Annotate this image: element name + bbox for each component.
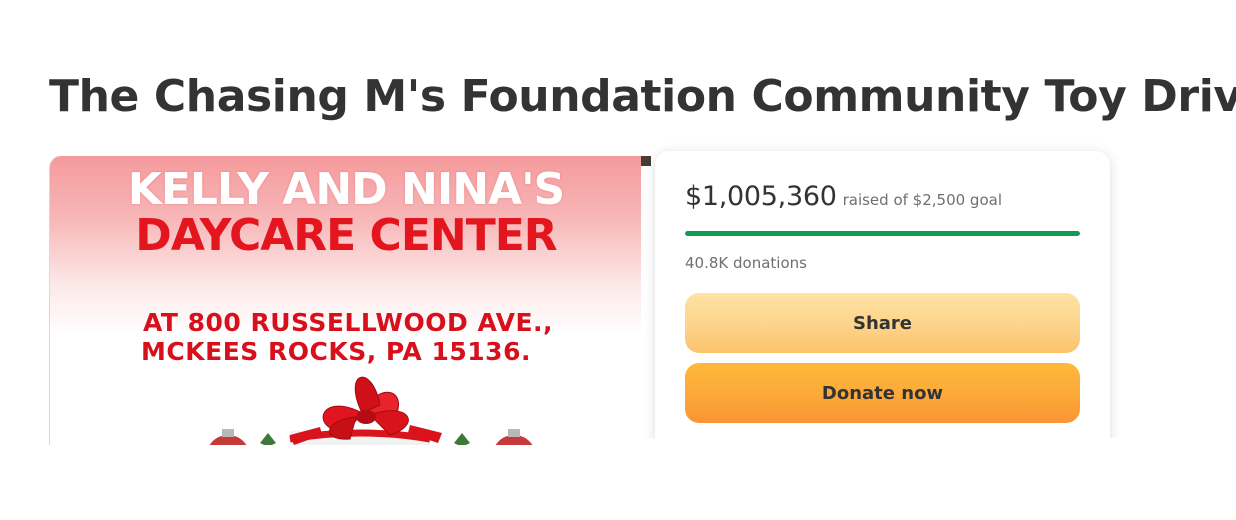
- amount-raised: $1,005,360 raised of $2,500 goal: [685, 181, 1002, 212]
- flyer-headline-line2: DAYCARE CENTER: [135, 210, 557, 261]
- donations-count: 40.8K donations: [685, 254, 807, 272]
- flyer-address-line1: AT 800 RUSSELLWOOD AVE.,: [142, 308, 554, 337]
- page-title: The Chasing M's Foundation Community Toy…: [49, 71, 1236, 122]
- flyer-headline-line1: KELLY AND NINA'S: [127, 164, 566, 215]
- gift-bow-illustration: [209, 376, 533, 445]
- campaign-image: KELLY AND NINA'S DAYCARE CENTER AT 800 R…: [49, 156, 641, 445]
- fundraiser-page: The Chasing M's Foundation Community Toy…: [0, 0, 1236, 520]
- donation-card: $1,005,360 raised of $2,500 goal 40.8K do…: [655, 151, 1110, 461]
- goal-text: raised of $2,500 goal: [842, 191, 1002, 209]
- progress-bar: [685, 231, 1080, 236]
- image-edge-marker: [641, 156, 651, 166]
- raised-amount: $1,005,360: [685, 181, 837, 212]
- progress-bar-fill: [685, 231, 1080, 236]
- card-bottom-fade: [645, 438, 1125, 520]
- donate-now-button[interactable]: Donate now: [685, 363, 1080, 423]
- share-button[interactable]: Share: [685, 293, 1080, 353]
